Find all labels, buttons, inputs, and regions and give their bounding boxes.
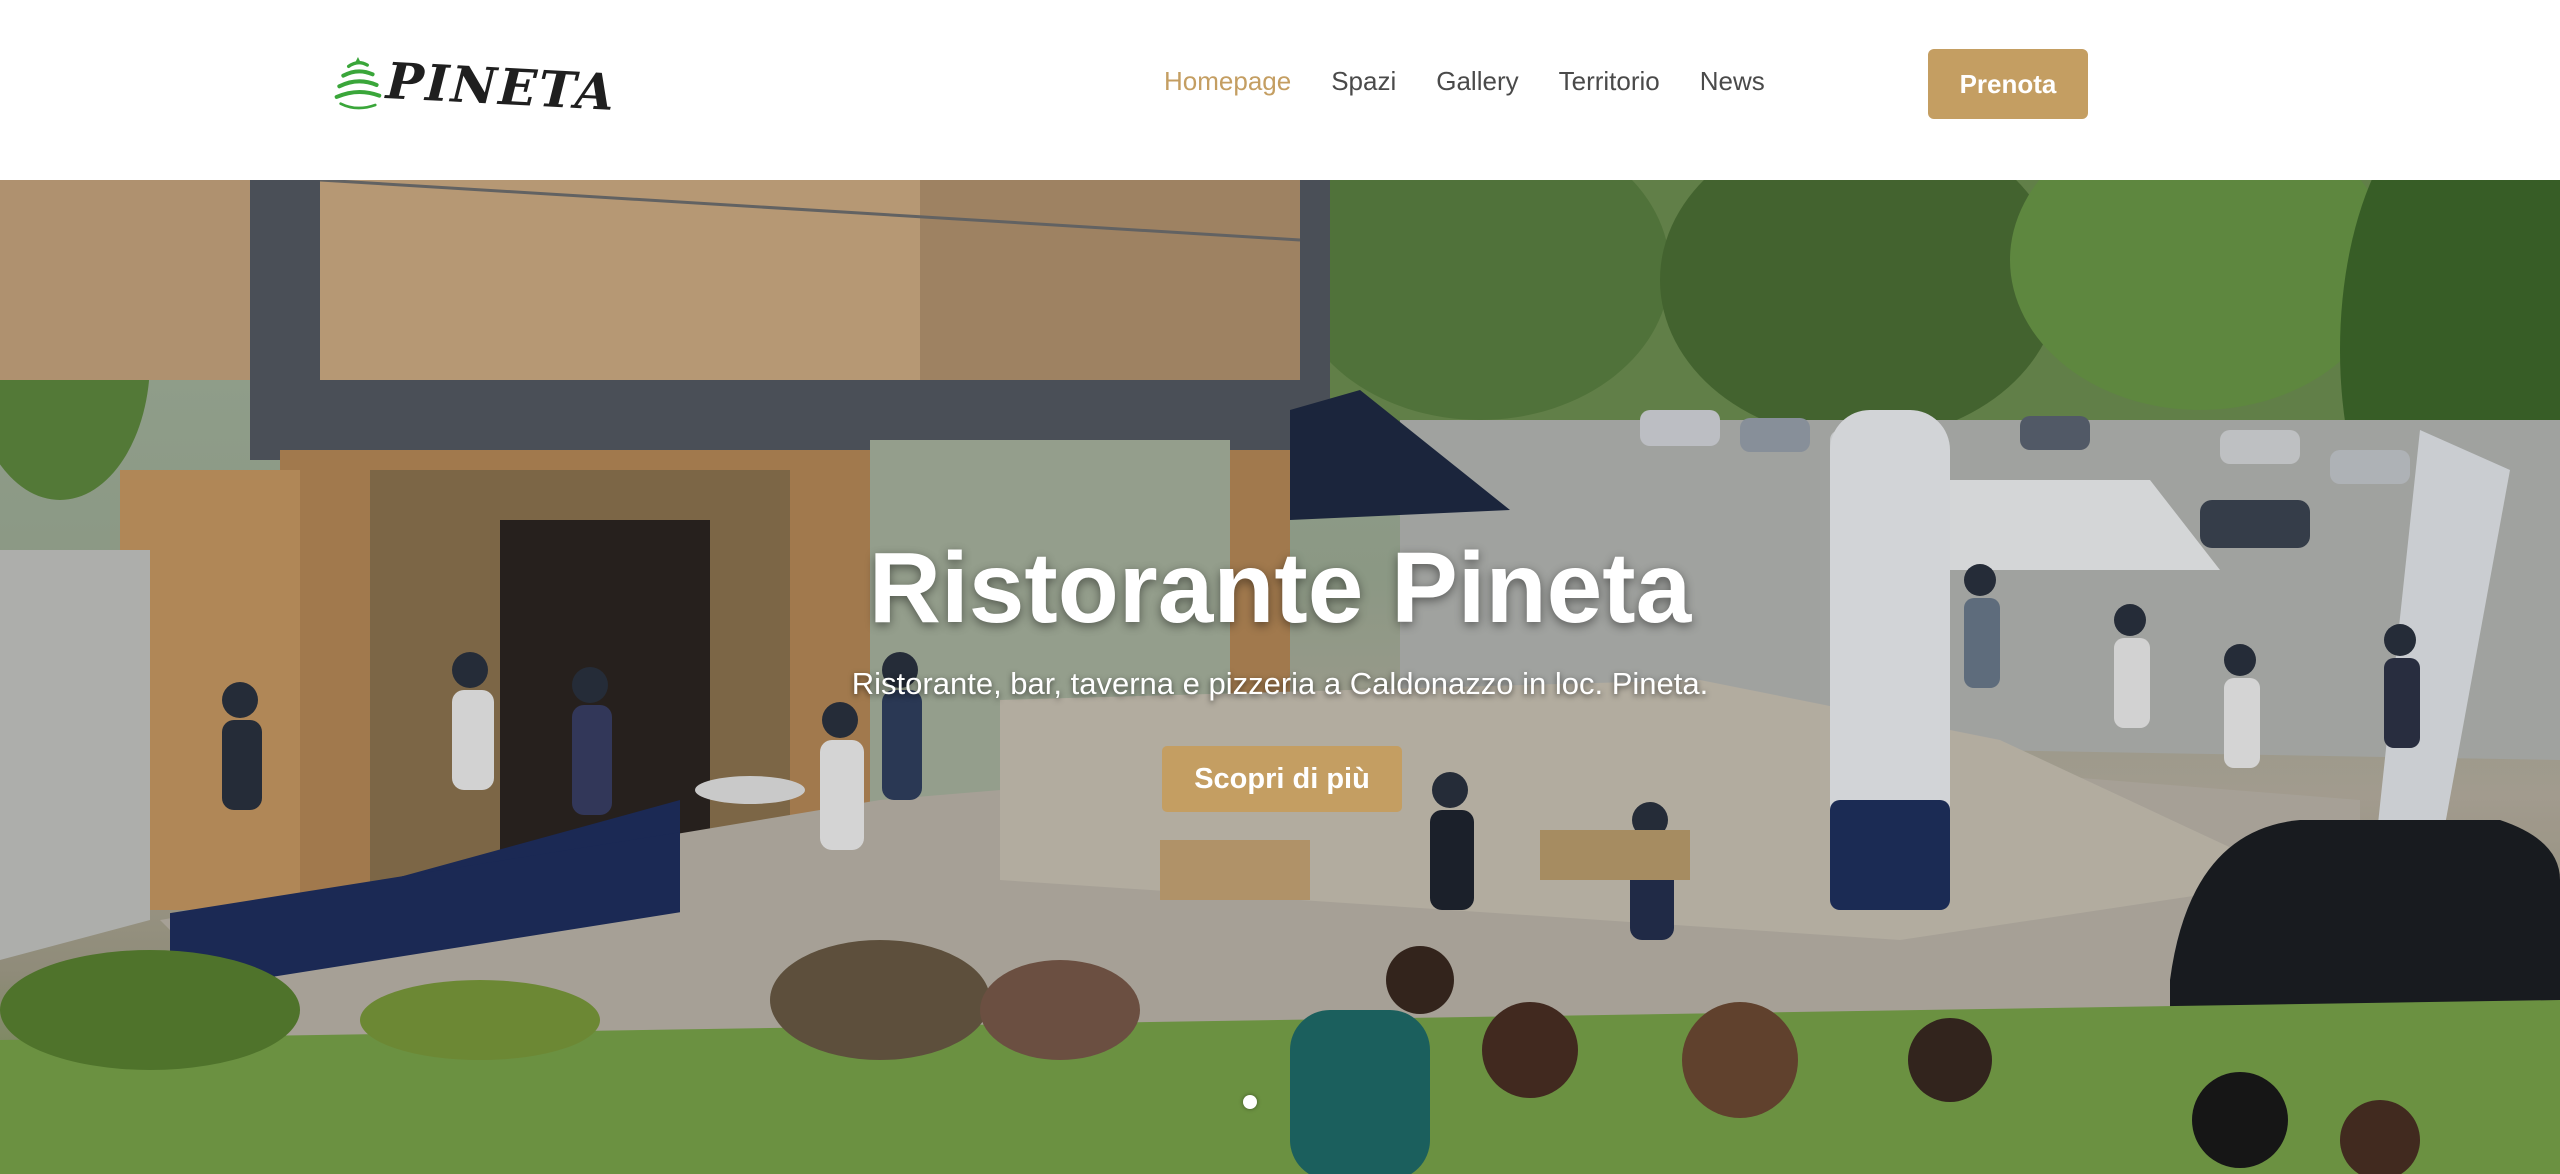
site-header: PINETA Homepage Spazi Gallery Territorio… [0,0,2560,180]
hero-title: Ristorante Pineta [868,532,1692,644]
learn-more-button[interactable]: Scopri di più [1162,746,1402,812]
book-button[interactable]: Prenota [1928,49,2088,119]
nav-item-spazi[interactable]: Spazi [1331,66,1396,97]
slider-dot-active[interactable] [1243,1095,1257,1109]
nav-item-territorio[interactable]: Territorio [1559,66,1660,97]
nav-item-gallery[interactable]: Gallery [1436,66,1518,97]
main-nav: Homepage Spazi Gallery Territorio News [1164,58,1805,104]
logo-wordmark: PINETA [384,50,618,122]
pine-tree-icon [334,57,382,110]
hero-slider: Ristorante Pineta Ristorante, bar, taver… [0,180,2560,1174]
site-logo[interactable]: PINETA [334,38,618,128]
nav-item-homepage[interactable]: Homepage [1164,66,1291,97]
nav-item-news[interactable]: News [1700,66,1765,97]
hero-subtitle: Ristorante, bar, taverna e pizzeria a Ca… [851,666,1709,701]
slider-pagination [1243,1095,1257,1111]
